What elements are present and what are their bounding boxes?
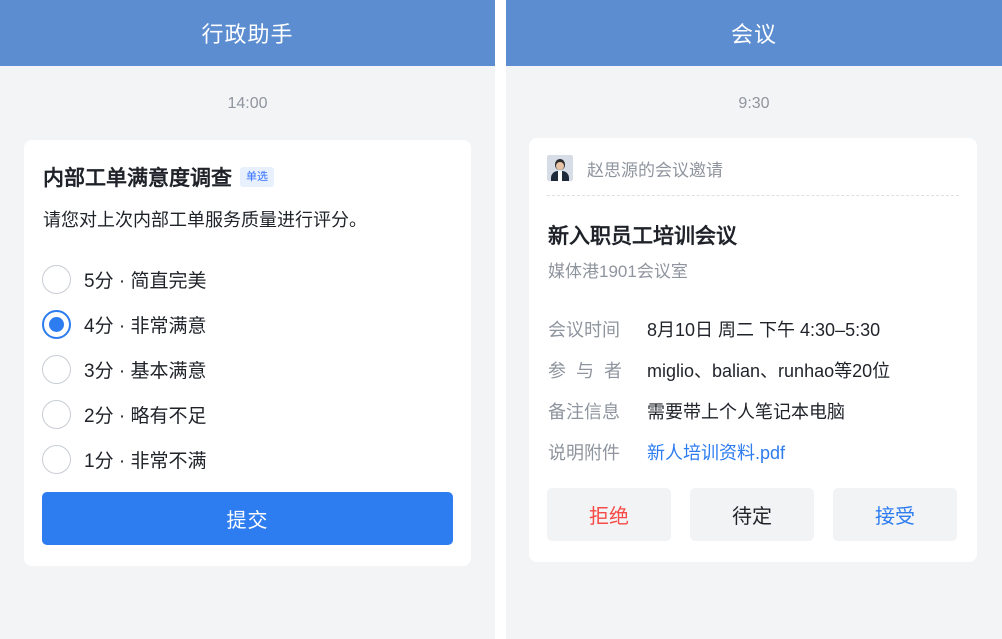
- detail-row-notes: 备注信息 需要带上个人笔记本电脑: [548, 390, 890, 431]
- rating-options: 5分 · 简直完美 4分 · 非常满意 3分 · 基本满意 2分 · 略有不足 …: [42, 257, 206, 482]
- option-2[interactable]: 2分 · 略有不足: [42, 392, 206, 437]
- survey-card: 内部工单满意度调查 单选 请您对上次内部工单服务质量进行评分。 5分 · 简直完…: [24, 140, 471, 566]
- option-4[interactable]: 4分 · 非常满意: [42, 302, 206, 347]
- submit-button[interactable]: 提交: [42, 492, 453, 545]
- option-label: 1分 · 非常不满: [84, 451, 207, 472]
- right-titlebar: 会议: [506, 0, 1002, 66]
- meeting-details: 会议时间 8月10日 周二 下午 4:30–5:30 参与者 miglio、ba…: [548, 308, 890, 472]
- invite-actions: 拒绝 待定 接受: [547, 488, 957, 541]
- radio-button[interactable]: [42, 400, 71, 429]
- option-3[interactable]: 3分 · 基本满意: [42, 347, 206, 392]
- right-title: 会议: [730, 22, 777, 47]
- divider: [547, 195, 959, 196]
- detail-row-time: 会议时间 8月10日 周二 下午 4:30–5:30: [548, 308, 890, 349]
- detail-key: 参与者: [548, 360, 632, 381]
- option-label: 3分 · 基本满意: [84, 361, 207, 382]
- meeting-invite-card: 赵思源的会议邀请 新入职员工培训会议 媒体港1901会议室 会议时间 8月10日…: [529, 138, 977, 562]
- option-label: 5分 · 简直完美: [84, 271, 207, 292]
- radio-button[interactable]: [42, 310, 71, 339]
- detail-row-attachment: 说明附件 新人培训资料.pdf: [548, 431, 890, 472]
- survey-header: 内部工单满意度调查 单选: [43, 162, 274, 192]
- meeting-location: 媒体港1901会议室: [548, 262, 688, 281]
- detail-key: 会议时间: [548, 319, 620, 340]
- left-titlebar: 行政助手: [0, 0, 495, 66]
- survey-title: 内部工单满意度调查: [43, 167, 232, 190]
- radio-button[interactable]: [42, 265, 71, 294]
- left-timestamp: 14:00: [227, 95, 268, 112]
- attachment-link[interactable]: 新人培训资料.pdf: [647, 439, 785, 465]
- accept-button[interactable]: 接受: [833, 488, 957, 541]
- right-timestamp: 9:30: [738, 95, 770, 112]
- meeting-panel: 会议 9:30 赵思源的会议邀请 新入职员工培训会议 媒体港1901会议室 会议…: [506, 0, 1002, 639]
- left-title: 行政助手: [201, 22, 294, 47]
- admin-assistant-panel: 行政助手 14:00 内部工单满意度调查 单选 请您对上次内部工单服务质量进行评…: [0, 0, 495, 639]
- meeting-title: 新入职员工培训会议: [548, 225, 737, 248]
- tentative-button[interactable]: 待定: [690, 488, 814, 541]
- radio-button[interactable]: [42, 445, 71, 474]
- detail-value: 需要带上个人笔记本电脑: [647, 401, 845, 422]
- reject-button[interactable]: 拒绝: [547, 488, 671, 541]
- detail-key: 说明附件: [548, 442, 620, 463]
- survey-description: 请您对上次内部工单服务质量进行评分。: [43, 210, 367, 230]
- radio-button[interactable]: [42, 355, 71, 384]
- detail-key: 备注信息: [548, 401, 620, 422]
- invite-from: 赵思源的会议邀请: [587, 160, 723, 180]
- avatar[interactable]: [547, 155, 573, 181]
- detail-value: 8月10日 周二 下午 4:30–5:30: [647, 319, 881, 340]
- option-1[interactable]: 1分 · 非常不满: [42, 437, 206, 482]
- detail-value[interactable]: miglio、balian、runhao等20位: [647, 357, 890, 383]
- option-label: 2分 · 略有不足: [84, 406, 207, 427]
- option-label: 4分 · 非常满意: [84, 316, 207, 337]
- detail-row-participants: 参与者 miglio、balian、runhao等20位: [548, 349, 890, 390]
- single-choice-badge: 单选: [240, 167, 274, 187]
- invite-header: 赵思源的会议邀请: [547, 154, 959, 182]
- option-5[interactable]: 5分 · 简直完美: [42, 257, 206, 302]
